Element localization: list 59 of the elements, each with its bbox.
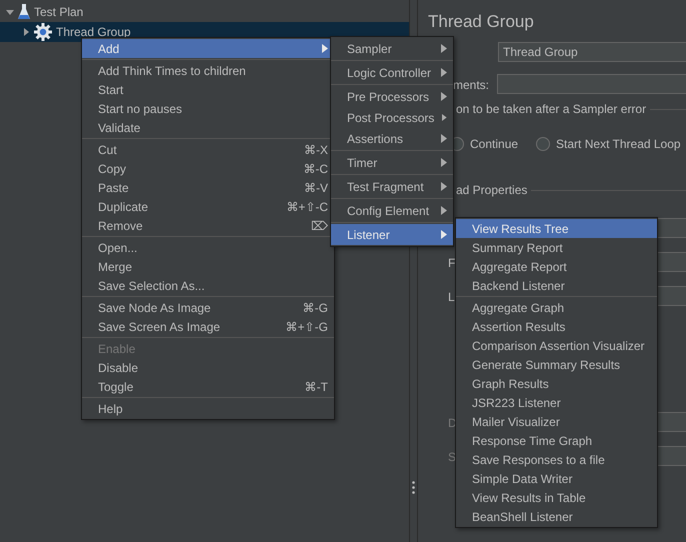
field-label: S [448,450,456,464]
flask-icon [18,4,30,20]
menu-item[interactable]: Open... [82,238,334,257]
tree-row[interactable]: Test Plan [0,2,409,22]
menu-item[interactable]: Assertions [331,128,453,149]
menu-item[interactable]: Paste ⌘-V [82,178,334,197]
menu-item[interactable]: Start [82,80,334,99]
menu-item[interactable]: Toggle ⌘-T [82,377,334,396]
panel-title: Thread Group [428,12,534,32]
collapse-arrow-icon[interactable] [6,8,14,16]
tree-node-label: Test Plan [34,5,84,19]
menu-item[interactable]: Logic Controller [331,62,453,83]
menu-item[interactable]: Backend Listener [456,276,657,295]
menu-item[interactable]: Remove ⌦ [82,216,334,235]
menu-item[interactable]: Post Processors [331,107,453,128]
menu-item[interactable]: View Results in Table [456,488,657,507]
radio-button[interactable]: Start Next Thread Loop [536,137,681,151]
menu-item[interactable]: JSR223 Listener [456,393,657,412]
menu-item[interactable]: BeanShell Listener [456,507,657,526]
menu-item[interactable]: Copy ⌘-C [82,159,334,178]
menu-item[interactable]: Pre Processors [331,86,453,107]
menu-item[interactable]: Generate Summary Results [456,355,657,374]
menu-item[interactable]: Merge [82,257,334,276]
comments-label: ments: [453,78,490,92]
menu-item[interactable]: Disable [82,358,334,377]
menu-item[interactable]: Response Time Graph [456,431,657,450]
menu-item[interactable]: Add Think Times to children [82,61,334,80]
menu-item[interactable]: Save Responses to a file [456,450,657,469]
menu-item[interactable]: Duplicate ⌘+⇧-C [82,197,334,216]
field-label: F [448,256,456,270]
menu-item[interactable]: Test Fragment [331,176,453,197]
menu-item[interactable]: Help [82,399,334,418]
menu-item[interactable]: Assertion Results [456,317,657,336]
menu-item[interactable]: Save Selection As... [82,276,334,295]
field-label: L [448,290,455,304]
group-title: on to be taken after a Sampler error [456,102,646,116]
splitter-grip-icon[interactable] [412,480,415,494]
menu-item[interactable]: Graph Results [456,374,657,393]
expand-arrow-icon[interactable] [22,28,30,36]
gear-icon [34,23,52,41]
menu-item[interactable]: Listener [331,224,453,245]
menu-item[interactable]: Save Node As Image ⌘-G [82,298,334,317]
menu-item[interactable]: Aggregate Report [456,257,657,276]
comments-field[interactable] [497,74,686,94]
menu-item[interactable]: Simple Data Writer [456,469,657,488]
menu-item[interactable]: Timer [331,152,453,173]
name-field[interactable]: Thread Group [498,42,686,62]
menu-item[interactable]: Comparison Assertion Visualizer [456,336,657,355]
menu-item[interactable]: Save Screen As Image ⌘+⇧-G [82,317,334,336]
tree-node-label: Thread Group [56,25,131,39]
menu-item[interactable]: Config Element [331,200,453,221]
menu-item[interactable]: Mailer Visualizer [456,412,657,431]
menu-item[interactable]: Cut ⌘-X [82,140,334,159]
menu-item[interactable]: Summary Report [456,238,657,257]
menu-item[interactable]: Aggregate Graph [456,298,657,317]
group-title: ad Properties [456,183,528,197]
menu-item[interactable]: View Results Tree [456,219,657,238]
menu-item[interactable]: Start no pauses [82,99,334,118]
menu-item[interactable]: Validate [82,118,334,137]
